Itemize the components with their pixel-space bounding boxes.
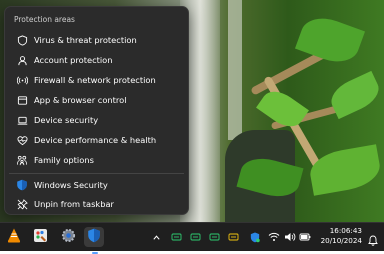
menu-header: Protection areas — [14, 15, 75, 24]
menu-separator — [9, 173, 184, 174]
menu-item-device-security[interactable]: Device security — [9, 111, 184, 129]
taskbar-app-paint[interactable] — [31, 227, 51, 247]
menu-item-family-options[interactable]: Family options — [9, 151, 184, 169]
wifi-icon[interactable] — [268, 231, 280, 243]
menu-item-label: Windows Security — [34, 180, 108, 190]
menu-item-label: Account protection — [34, 55, 113, 65]
menu-item-label: Virus & threat protection — [34, 35, 137, 45]
windows-security-shield-icon — [12, 179, 32, 191]
clock-date: 20/10/2024 — [320, 236, 362, 245]
paint-icon — [33, 228, 49, 247]
network-status-icon[interactable] — [190, 231, 202, 243]
menu-item-label: Device performance & health — [34, 135, 157, 145]
menu-item-firewall-network-protection[interactable]: Firewall & network protection — [9, 71, 184, 89]
system-clock[interactable]: 16:06:43 20/10/2024 — [321, 226, 362, 246]
security-shield-icon[interactable] — [249, 231, 261, 243]
heart-icon — [12, 135, 32, 146]
taskbar: 16:06:43 20/10/2024 — [0, 222, 384, 254]
menu-item-device-performance-health[interactable]: Device performance & health — [9, 131, 184, 149]
network-status-icon[interactable] — [209, 231, 221, 243]
menu-item-label: Device security — [34, 115, 99, 125]
taskbar-app-windows-security[interactable] — [84, 227, 104, 254]
menu-item-account-protection[interactable]: Account protection — [9, 51, 184, 69]
clock-time: 16:06:43 — [329, 226, 362, 235]
windows-security-icon — [87, 228, 101, 247]
shield-outline-icon — [12, 34, 32, 46]
antenna-icon — [12, 75, 32, 86]
settings-icon — [61, 228, 76, 247]
menu-item-app-browser-control[interactable]: App & browser control — [9, 91, 184, 109]
jump-list-menu: Protection areas Virus & threat protecti… — [4, 6, 189, 215]
notification-bell-icon[interactable] — [368, 231, 378, 250]
menu-item-unpin-from-taskbar[interactable]: Unpin from taskbar — [9, 195, 184, 213]
network-status-icon[interactable] — [228, 231, 240, 243]
menu-item-label: Firewall & network protection — [34, 75, 156, 85]
laptop-icon — [12, 115, 32, 126]
person-icon — [12, 55, 32, 66]
unpin-icon — [12, 198, 32, 210]
app-window-icon — [12, 95, 32, 106]
menu-item-virus-threat-protection[interactable]: Virus & threat protection — [9, 31, 184, 49]
menu-item-label: Family options — [34, 155, 94, 165]
taskbar-app-settings[interactable] — [58, 227, 78, 247]
menu-item-label: App & browser control — [34, 95, 127, 105]
network-status-icon[interactable] — [171, 231, 183, 243]
family-icon — [12, 155, 32, 166]
menu-item-windows-security[interactable]: Windows Security — [9, 176, 184, 194]
menu-item-label: Unpin from taskbar — [34, 199, 114, 209]
vlc-icon — [7, 228, 21, 247]
battery-icon[interactable] — [299, 231, 311, 243]
chevron-up-icon[interactable] — [150, 231, 162, 243]
taskbar-app-vlc[interactable] — [4, 227, 24, 247]
volume-icon[interactable] — [284, 231, 296, 243]
